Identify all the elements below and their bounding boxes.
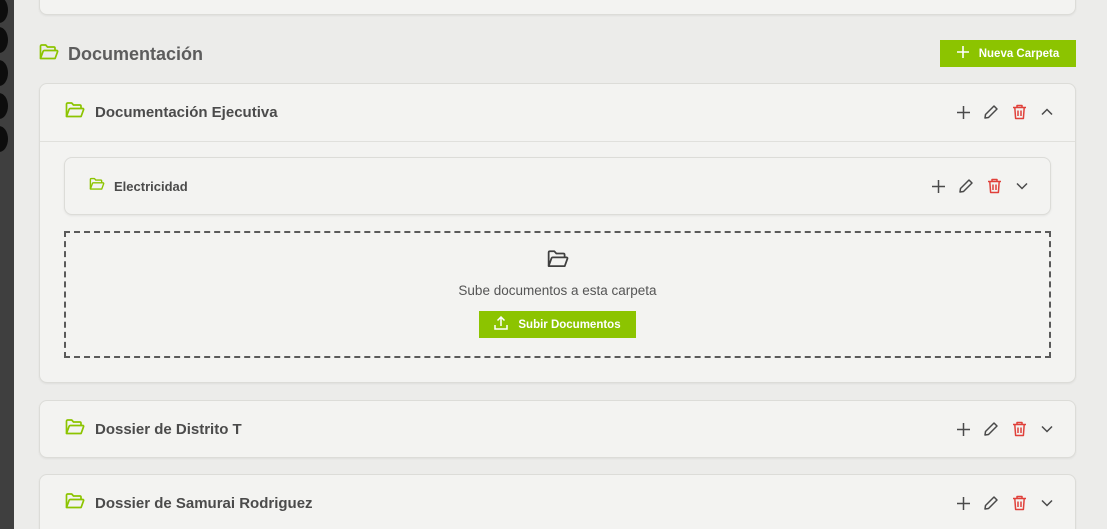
folder-actions bbox=[954, 103, 1056, 121]
folder-open-icon bbox=[39, 43, 59, 66]
folder-title: Dossier de Distrito T bbox=[95, 421, 242, 438]
pencil-icon[interactable] bbox=[982, 103, 1000, 121]
folder-open-icon bbox=[547, 249, 569, 274]
folder-actions bbox=[954, 420, 1056, 438]
chevron-down-icon[interactable] bbox=[1038, 494, 1056, 512]
plus-icon bbox=[956, 46, 969, 61]
upload-documents-label: Subir Documentos bbox=[518, 318, 621, 331]
upload-icon bbox=[494, 315, 509, 333]
pencil-icon[interactable] bbox=[982, 420, 1000, 438]
folder-open-icon bbox=[65, 418, 85, 441]
upload-documents-button[interactable]: Subir Documentos bbox=[479, 311, 636, 338]
edge-dot bbox=[0, 126, 8, 152]
section-header: Documentación bbox=[39, 40, 203, 68]
edge-dot bbox=[0, 60, 8, 86]
edge-dot bbox=[0, 93, 8, 119]
trash-icon[interactable] bbox=[1010, 420, 1028, 438]
folder-open-icon bbox=[65, 101, 85, 124]
previous-card bbox=[39, 0, 1076, 15]
edge-dot bbox=[0, 0, 8, 23]
trash-icon[interactable] bbox=[985, 177, 1003, 195]
left-edge-strip bbox=[0, 0, 14, 529]
folder-header[interactable]: Documentación Ejecutiva bbox=[40, 84, 1075, 141]
add-subfolder-button[interactable] bbox=[954, 420, 972, 438]
chevron-down-icon[interactable] bbox=[1038, 420, 1056, 438]
folder-card-documentacion-ejecutiva: Documentación Ejecutiva Electricidad Sub… bbox=[39, 83, 1076, 383]
new-folder-label: Nueva Carpeta bbox=[978, 47, 1060, 60]
subfolder-actions bbox=[929, 177, 1031, 195]
chevron-down-icon[interactable] bbox=[1013, 177, 1031, 195]
add-subfolder-button[interactable] bbox=[954, 494, 972, 512]
edge-dot bbox=[0, 27, 8, 53]
folder-card-dossier-distrito-t: Dossier de Distrito T bbox=[39, 400, 1076, 458]
dropzone-text: Sube documentos a esta carpeta bbox=[458, 283, 657, 298]
pencil-icon[interactable] bbox=[982, 494, 1000, 512]
folder-open-icon bbox=[65, 492, 85, 515]
section-title: Documentación bbox=[68, 43, 204, 64]
subfolder-header[interactable]: Electricidad bbox=[65, 158, 1050, 214]
folder-card-dossier-samurai-rodriguez: Dossier de Samurai Rodriguez bbox=[39, 474, 1076, 529]
upload-dropzone[interactable]: Sube documentos a esta carpeta Subir Doc… bbox=[64, 231, 1051, 358]
add-subfolder-button[interactable] bbox=[954, 103, 972, 121]
divider bbox=[40, 141, 1075, 142]
pencil-icon[interactable] bbox=[957, 177, 975, 195]
subfolder-title: Electricidad bbox=[114, 178, 188, 194]
new-folder-button[interactable]: Nueva Carpeta bbox=[940, 40, 1076, 67]
folder-actions bbox=[954, 494, 1056, 512]
folder-title: Documentación Ejecutiva bbox=[95, 104, 278, 121]
trash-icon[interactable] bbox=[1010, 103, 1028, 121]
folder-header[interactable]: Dossier de Samurai Rodriguez bbox=[40, 475, 1075, 529]
chevron-up-icon[interactable] bbox=[1038, 103, 1056, 121]
folder-open-icon bbox=[89, 177, 105, 196]
subfolder-card-electricidad: Electricidad bbox=[64, 157, 1051, 215]
folder-title: Dossier de Samurai Rodriguez bbox=[95, 495, 313, 512]
folder-header[interactable]: Dossier de Distrito T bbox=[40, 401, 1075, 458]
trash-icon[interactable] bbox=[1010, 494, 1028, 512]
add-subfolder-button[interactable] bbox=[929, 177, 947, 195]
